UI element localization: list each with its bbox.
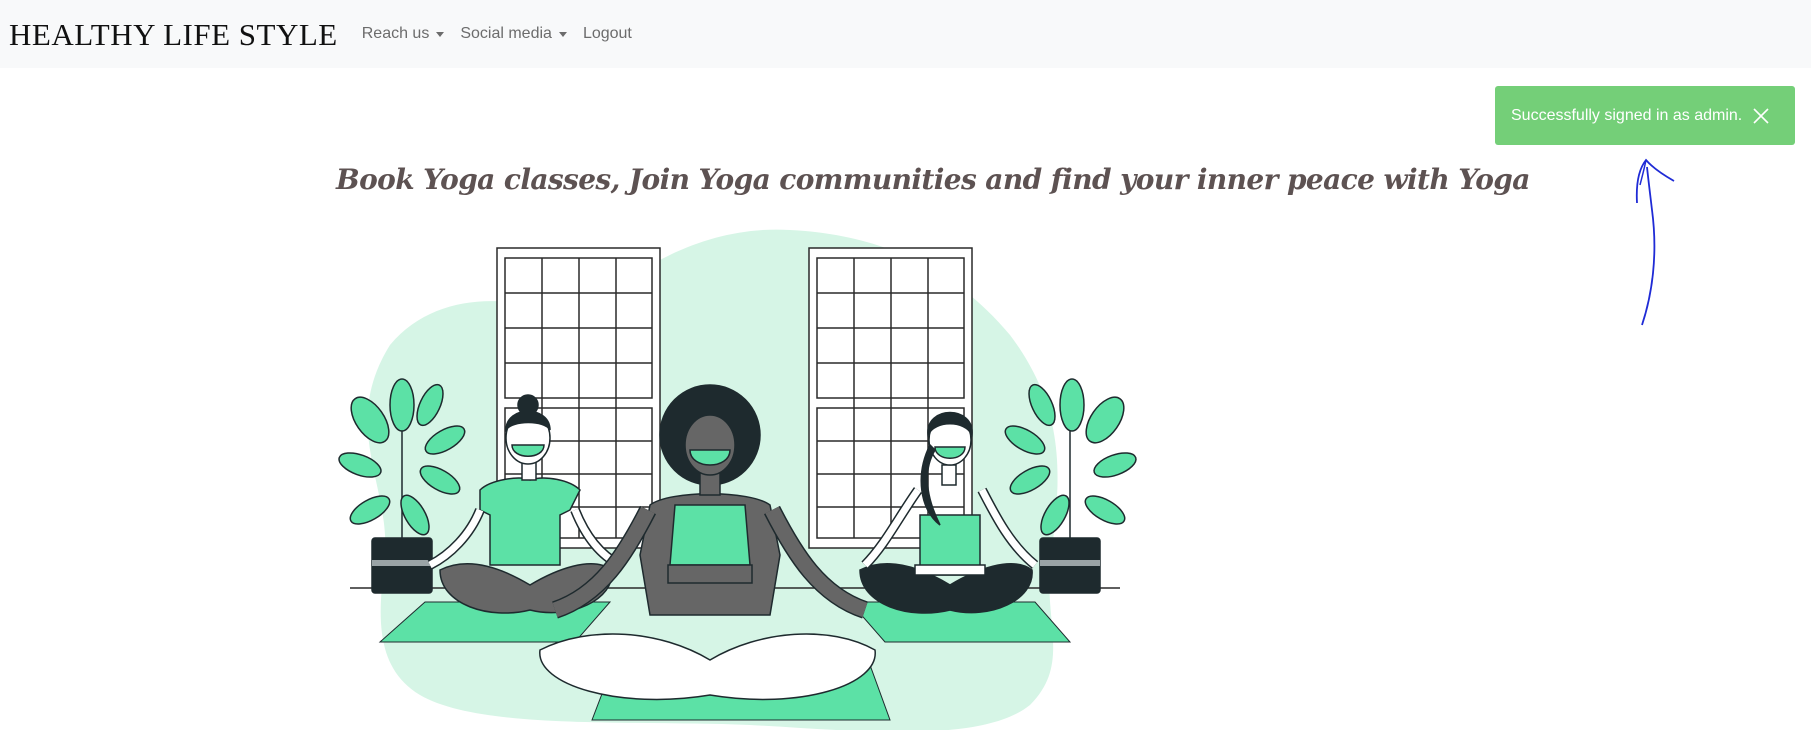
yoga-meditation-illustration bbox=[338, 229, 1137, 730]
chevron-down-icon bbox=[436, 31, 445, 37]
nav-social-media-dropdown[interactable]: Social media bbox=[460, 25, 567, 43]
nav-item-label: Logout bbox=[582, 25, 632, 42]
brand-logo[interactable]: HEALTHY LIFE STYLE bbox=[9, 19, 338, 50]
chevron-down-icon bbox=[558, 31, 567, 37]
window-right bbox=[808, 247, 973, 549]
nav-logout-link[interactable]: Logout bbox=[583, 25, 632, 43]
nav-item-label: Social media bbox=[460, 25, 552, 42]
annotation-arrow-icon bbox=[1635, 158, 1675, 326]
nav-reach-us-dropdown[interactable]: Reach us bbox=[362, 25, 445, 43]
page-headline: Book Yoga classes, Join Yoga communities… bbox=[336, 163, 1530, 196]
toast-message: Successfully signed in as admin. bbox=[1511, 106, 1743, 124]
close-icon[interactable] bbox=[1752, 107, 1770, 125]
nav-item-label: Reach us bbox=[361, 25, 430, 42]
success-toast: Successfully signed in as admin. bbox=[1495, 86, 1795, 145]
navbar: HEALTHY LIFE STYLE Reach us Social media… bbox=[0, 0, 1811, 68]
